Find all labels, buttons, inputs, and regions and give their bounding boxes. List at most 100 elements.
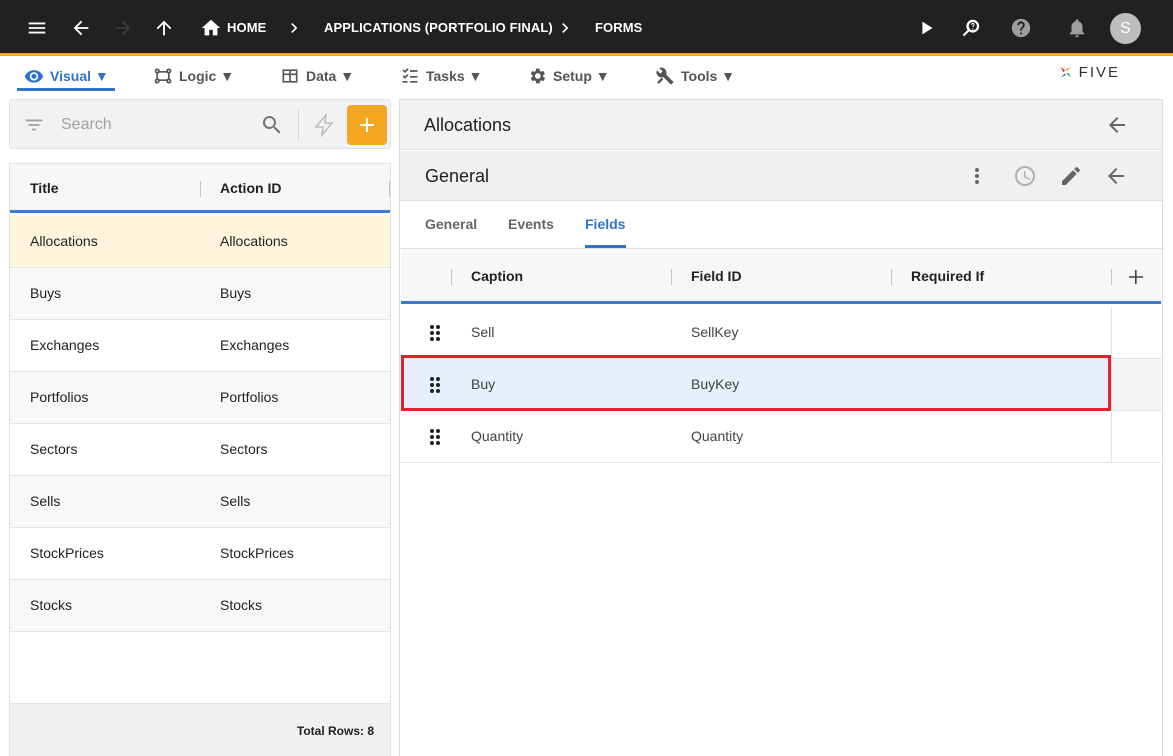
breadcrumb-home[interactable]: HOME [227, 20, 266, 35]
menu-visual[interactable]: Visual ▼ [24, 62, 109, 90]
back-arrow-icon[interactable] [1105, 113, 1129, 137]
list-footer: Total Rows: 8 [10, 703, 390, 756]
row-tail [1111, 411, 1161, 462]
edit-pencil-icon[interactable] [1059, 164, 1083, 188]
history-icon[interactable] [1013, 164, 1037, 188]
row-tail [1111, 307, 1161, 358]
drag-handle-icon[interactable] [429, 428, 441, 446]
fields-grid: Sell SellKey Buy BuyKey Quantity Quantit… [401, 307, 1161, 463]
menu-tools-label: Tools ▼ [681, 68, 736, 84]
tab-general[interactable]: General [425, 216, 477, 232]
list-item-title: Allocations [30, 233, 98, 249]
search-icon[interactable] [260, 113, 284, 137]
menu-logic[interactable]: Logic ▼ [153, 62, 234, 90]
cell-field-id: Quantity [691, 428, 744, 444]
search-input[interactable] [61, 113, 251, 137]
menu-setup-label: Setup ▼ [553, 68, 610, 84]
row-tail [1111, 359, 1161, 410]
five-logo: FIVE [1058, 58, 1120, 86]
bell-icon[interactable] [1062, 13, 1092, 43]
cell-field-id: BuyKey [691, 376, 740, 392]
list-item-title: Buys [30, 285, 62, 301]
help-icon[interactable] [1006, 13, 1036, 43]
cell-caption: Buy [471, 376, 496, 392]
breadcrumb-forms[interactable]: FORMS [595, 20, 642, 35]
table-icon [282, 69, 298, 83]
search-help-icon[interactable] [956, 13, 986, 43]
section-title: General [425, 166, 490, 186]
menu-tasks-label: Tasks ▼ [426, 68, 483, 84]
home-icon[interactable] [196, 13, 226, 43]
list-item-action-id: Sectors [220, 441, 268, 457]
avatar[interactable]: S [1110, 13, 1141, 44]
list-item-action-id: Exchanges [220, 337, 290, 353]
chevron-right-icon [555, 17, 575, 39]
table-row[interactable]: Sell SellKey [401, 307, 1161, 359]
menu-tasks[interactable]: Tasks ▼ [400, 62, 482, 90]
list-item-action-id: Allocations [220, 233, 288, 249]
plus-icon [360, 118, 374, 132]
list-item[interactable]: Sells Sells [10, 476, 390, 528]
back-arrow-icon[interactable] [1104, 164, 1128, 188]
column-header-field-id[interactable]: Field ID [691, 268, 742, 284]
cell-field-id: SellKey [691, 324, 739, 340]
play-icon[interactable] [912, 13, 942, 43]
forward-arrow-icon[interactable] [108, 13, 138, 43]
detail-tabs: General Events Fields [400, 202, 1162, 249]
active-menu-indicator [17, 88, 115, 91]
list-item[interactable]: StockPrices StockPrices [10, 528, 390, 580]
menu-data[interactable]: Data ▼ [280, 62, 354, 90]
tab-events[interactable]: Events [508, 216, 554, 232]
column-header-caption[interactable]: Caption [471, 268, 523, 284]
row-background [401, 359, 1111, 410]
total-rows-count: Total Rows: 8 [296, 724, 374, 738]
page-title: Allocations [424, 115, 512, 135]
add-button[interactable] [347, 105, 387, 145]
column-header-required-if[interactable]: Required If [911, 268, 984, 284]
column-header-title[interactable]: Title [30, 180, 59, 196]
logic-icon [154, 68, 172, 84]
more-vert-icon[interactable] [965, 164, 989, 188]
column-separator [1111, 269, 1112, 285]
tab-fields[interactable]: Fields [585, 216, 625, 232]
table-row[interactable]: Buy BuyKey [401, 359, 1161, 411]
menu-setup[interactable]: Setup ▼ [527, 62, 610, 90]
back-arrow-icon[interactable] [66, 13, 96, 43]
list-item-action-id: StockPrices [220, 545, 294, 561]
filter-icon[interactable] [23, 114, 45, 136]
column-header-action-id[interactable]: Action ID [220, 180, 281, 196]
list-item[interactable]: Portfolios Portfolios [10, 372, 390, 424]
five-logo-text: FIVE [1078, 63, 1120, 81]
list-item-title: Portfolios [30, 389, 89, 405]
eye-icon [24, 70, 44, 83]
list-item[interactable]: Stocks Stocks [10, 580, 390, 632]
active-tab-indicator [585, 245, 626, 248]
drag-handle-icon[interactable] [429, 324, 441, 342]
breadcrumb-applications[interactable]: APPLICATIONS (PORTFOLIO FINAL) [324, 20, 553, 35]
add-field-icon[interactable] [1124, 265, 1148, 289]
up-arrow-icon[interactable] [149, 13, 179, 43]
list-item[interactable]: Allocations Allocations [10, 216, 390, 268]
list-item-title: Exchanges [30, 337, 100, 353]
drag-handle-icon[interactable] [429, 376, 441, 394]
lightning-icon[interactable] [312, 113, 336, 137]
list-item[interactable]: Buys Buys [10, 268, 390, 320]
checklist-icon [402, 68, 418, 83]
list-item[interactable]: Sectors Sectors [10, 424, 390, 476]
tools-icon [656, 67, 674, 85]
menu-visual-label: Visual ▼ [50, 68, 109, 84]
menu-data-label: Data ▼ [306, 68, 355, 84]
table-row[interactable]: Quantity Quantity [401, 411, 1161, 463]
column-separator [671, 269, 672, 285]
menu-icon[interactable] [22, 13, 52, 43]
list-item-title: Sells [30, 493, 61, 509]
divider [298, 110, 299, 140]
detail-header: Allocations [400, 100, 1162, 150]
menu-tools[interactable]: Tools ▼ [655, 62, 735, 90]
row-background [401, 307, 1111, 358]
list-item[interactable]: Exchanges Exchanges [10, 320, 390, 372]
main-menu-bar: Visual ▼ Logic ▼ Data ▼ Tasks ▼ Setup ▼ … [0, 59, 1173, 93]
column-separator [891, 269, 892, 285]
fields-grid-header: Caption Field ID Required If [401, 250, 1161, 304]
form-detail-panel: Allocations General General Events Field… [399, 99, 1163, 756]
